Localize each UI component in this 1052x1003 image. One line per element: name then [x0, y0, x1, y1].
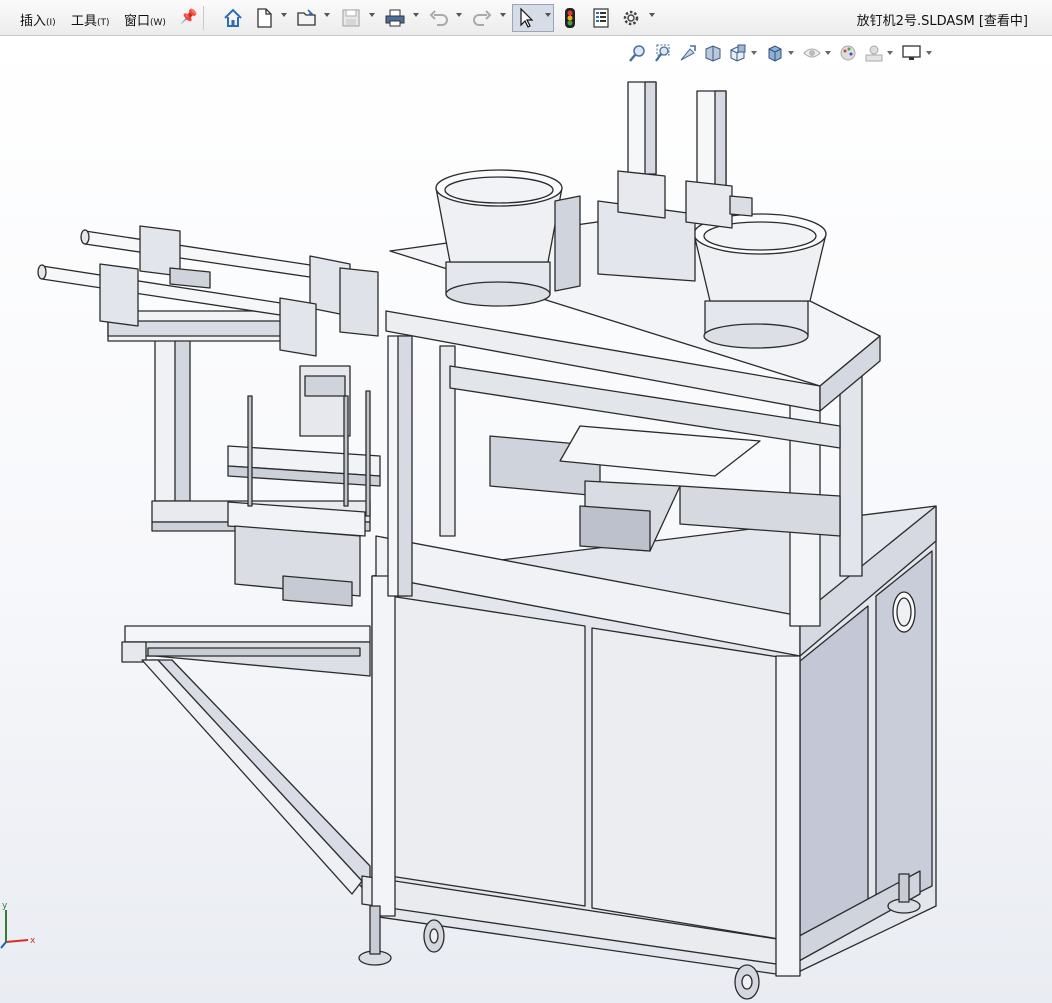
options-gear-icon[interactable] [620, 6, 642, 30]
triad-x-label: x [30, 936, 36, 946]
side-table [121, 625, 371, 897]
triad-z-axis [0, 941, 7, 949]
open-folder-icon[interactable] [296, 6, 320, 30]
menu-bar: 插入(I) 工具(T) 窗口(W) 📌 放钉机2号.SLDASM [查看中] [0, 0, 1052, 36]
assembly-model-view[interactable] [0, 36, 1052, 1003]
print-icon[interactable] [384, 6, 406, 30]
redo-dropdown-chevron-icon[interactable] [500, 13, 506, 17]
menu-insert[interactable]: 插入(I) [20, 10, 56, 29]
new-dropdown-chevron-icon[interactable] [281, 13, 287, 17]
home-icon[interactable] [222, 6, 244, 30]
undo-icon[interactable] [428, 6, 450, 30]
file-properties-icon[interactable] [591, 6, 611, 30]
open-dropdown-chevron-icon[interactable] [324, 13, 330, 17]
menu-window[interactable]: 窗口(W) [124, 10, 166, 29]
graphics-area[interactable]: x y [0, 36, 1052, 1003]
document-title: 放钉机2号.SLDASM [查看中] [856, 14, 1028, 29]
linear-module [489, 425, 841, 552]
menu-tools[interactable]: 工具(T) [71, 10, 110, 29]
undo-dropdown-chevron-icon[interactable] [456, 13, 462, 17]
pin-icon[interactable]: 📌 [180, 9, 197, 25]
new-document-icon[interactable] [254, 6, 274, 30]
rebuild-traffic-light-icon[interactable] [563, 6, 577, 30]
select-dropdown-chevron-icon[interactable] [545, 13, 551, 17]
options-dropdown-chevron-icon[interactable] [649, 13, 655, 17]
select-pointer-icon[interactable] [516, 6, 536, 30]
triad-y-label: y [2, 901, 8, 911]
triad-x-axis [5, 939, 29, 943]
toolbar-separator [203, 6, 204, 30]
redo-icon[interactable] [471, 6, 493, 30]
print-dropdown-chevron-icon[interactable] [413, 13, 419, 17]
save-dropdown-chevron-icon[interactable] [369, 13, 375, 17]
save-icon[interactable] [341, 6, 361, 30]
press-module [227, 365, 381, 607]
vibratory-bowl-left [435, 169, 581, 307]
reference-triad: x y [0, 901, 36, 949]
vibratory-bowl-right [693, 213, 827, 349]
